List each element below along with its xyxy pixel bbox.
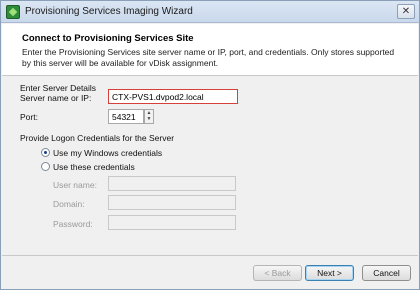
password-label: Password: (53, 219, 93, 229)
password-input[interactable] (108, 215, 236, 230)
server-name-label: Server name or IP: (20, 93, 92, 103)
credentials-section-label: Provide Logon Credentials for the Server (20, 133, 175, 143)
page-description: Enter the Provisioning Services site ser… (22, 47, 395, 68)
port-input[interactable] (108, 109, 144, 124)
close-button[interactable]: ✕ (397, 4, 415, 19)
port-stepper[interactable]: ▲ ▼ (144, 109, 154, 124)
cancel-button[interactable]: Cancel (362, 265, 411, 281)
footer-divider (2, 255, 418, 256)
title-bar: Provisioning Services Imaging Wizard ✕ (1, 1, 419, 23)
page-title: Connect to Provisioning Services Site (22, 33, 194, 44)
use-these-credentials-radio[interactable] (41, 162, 50, 171)
domain-input[interactable] (108, 195, 236, 210)
username-input[interactable] (108, 176, 236, 191)
window-title: Provisioning Services Imaging Wizard (25, 6, 193, 17)
next-button[interactable]: Next > (305, 265, 354, 281)
wizard-window: Provisioning Services Imaging Wizard ✕ C… (0, 0, 420, 290)
back-button[interactable]: < Back (253, 265, 302, 281)
app-icon (6, 5, 20, 19)
use-windows-credentials-radio[interactable] (41, 148, 50, 157)
server-name-input[interactable] (108, 89, 238, 104)
username-label: User name: (53, 180, 97, 190)
port-label: Port: (20, 112, 38, 122)
server-details-section-label: Enter Server Details (20, 83, 97, 93)
spin-down-icon[interactable]: ▼ (145, 116, 153, 122)
domain-label: Domain: (53, 199, 85, 209)
use-these-credentials-label[interactable]: Use these credentials (53, 162, 135, 172)
use-windows-credentials-label[interactable]: Use my Windows credentials (53, 148, 162, 158)
header-panel: Connect to Provisioning Services Site En… (2, 24, 418, 76)
